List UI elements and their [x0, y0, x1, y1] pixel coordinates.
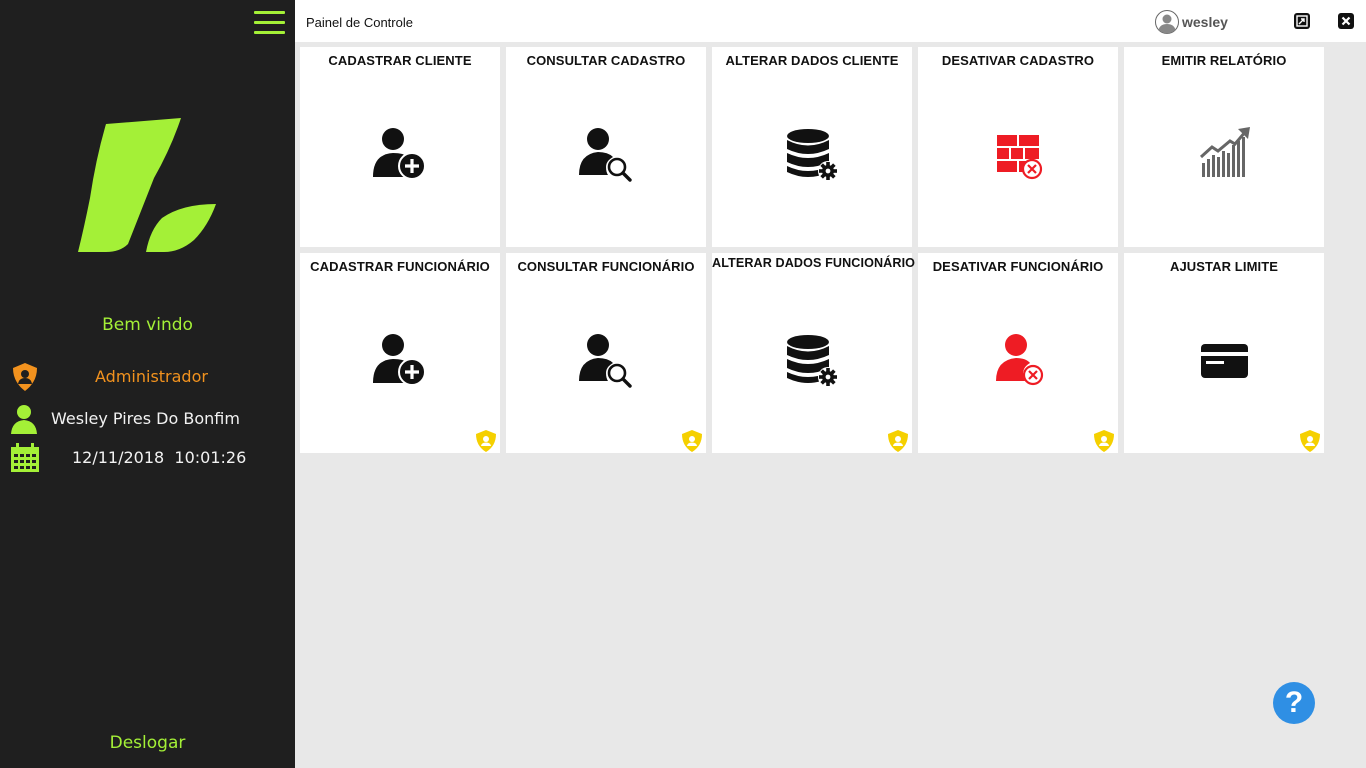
user-search-icon — [579, 334, 632, 388]
admin-badge-icon — [1094, 430, 1114, 452]
restore-window-icon[interactable] — [1293, 12, 1311, 30]
tile-desativar-funcionario[interactable]: DESATIVAR FUNCIONÁRIO — [918, 253, 1118, 453]
tile-desativar-cadastro[interactable]: DESATIVAR CADASTRO — [918, 47, 1118, 247]
tile-label: CONSULTAR FUNCIONÁRIO — [517, 259, 695, 274]
tile-label: EMITIR RELATÓRIO — [1161, 53, 1287, 68]
admin-shield-icon — [13, 363, 37, 391]
tile-alterar-dados-cliente[interactable]: ALTERAR DADOS CLIENTE — [712, 47, 912, 247]
admin-badge-icon — [888, 430, 908, 452]
user-add-icon — [373, 334, 426, 386]
sidebar: Bem vindo Administrador Wesley Pires Do … — [0, 0, 295, 768]
tile-cadastrar-funcionario[interactable]: CADASTRAR FUNCIONÁRIO — [300, 253, 500, 453]
role-row: Administrador — [10, 362, 290, 392]
admin-badge-icon — [1300, 430, 1320, 452]
tile-label: DESATIVAR CADASTRO — [941, 53, 1095, 68]
table-remove-icon — [997, 135, 1043, 180]
role-label: Administrador — [95, 367, 208, 386]
tile-cadastrar-cliente[interactable]: CADASTRAR CLIENTE — [300, 47, 500, 247]
tile-emitir-relatorio[interactable]: EMITIR RELATÓRIO — [1124, 47, 1324, 247]
user-icon — [11, 405, 37, 434]
top-bar: Painel de Controle wesley — [295, 0, 1366, 42]
help-button[interactable]: ? — [1273, 682, 1315, 724]
user-full-name: Wesley Pires Do Bonfim — [51, 409, 240, 428]
user-remove-icon — [996, 334, 1044, 386]
tile-label: ALTERAR DADOS CLIENTE — [725, 53, 899, 68]
user-row: Wesley Pires Do Bonfim — [10, 404, 290, 434]
credit-card-icon — [1201, 344, 1248, 378]
welcome-text: Bem vindo — [102, 315, 193, 335]
database-settings-icon — [787, 335, 838, 387]
tile-label: CONSULTAR CADASTRO — [526, 53, 686, 68]
database-settings-icon — [787, 129, 838, 181]
tile-label: CADASTRAR FUNCIONÁRIO — [310, 259, 490, 274]
window-title: Painel de Controle — [306, 15, 413, 30]
growth-chart-icon — [1199, 127, 1250, 177]
user-search-icon — [579, 128, 632, 182]
tile-label: CADASTRAR CLIENTE — [328, 53, 472, 68]
admin-badge-icon — [476, 430, 496, 452]
logout-link[interactable]: Deslogar — [0, 733, 295, 753]
menu-icon[interactable] — [254, 10, 285, 35]
tile-label: ALTERAR DADOS FUNCIONÁRIO — [712, 256, 916, 270]
current-datetime: 12/11/2018 10:01:26 — [72, 448, 247, 467]
user-avatar-icon — [1155, 10, 1179, 34]
datetime-row: 12/11/2018 10:01:26 — [10, 443, 290, 473]
username-label: wesley — [1182, 14, 1228, 30]
user-add-icon — [373, 128, 426, 180]
tile-label: DESATIVAR FUNCIONÁRIO — [932, 259, 1104, 274]
tile-consultar-cadastro[interactable]: CONSULTAR CADASTRO — [506, 47, 706, 247]
calendar-icon — [11, 443, 39, 472]
tile-label: AJUSTAR LIMITE — [1169, 259, 1279, 274]
close-window-icon[interactable] — [1337, 12, 1355, 30]
tile-consultar-funcionario[interactable]: CONSULTAR FUNCIONÁRIO — [506, 253, 706, 453]
tile-ajustar-limite[interactable]: AJUSTAR LIMITE — [1124, 253, 1324, 453]
admin-badge-icon — [682, 430, 702, 452]
tile-alterar-dados-funcionario[interactable]: ALTERAR DADOS FUNCIONÁRIO — [712, 253, 916, 453]
app-logo — [78, 118, 216, 252]
